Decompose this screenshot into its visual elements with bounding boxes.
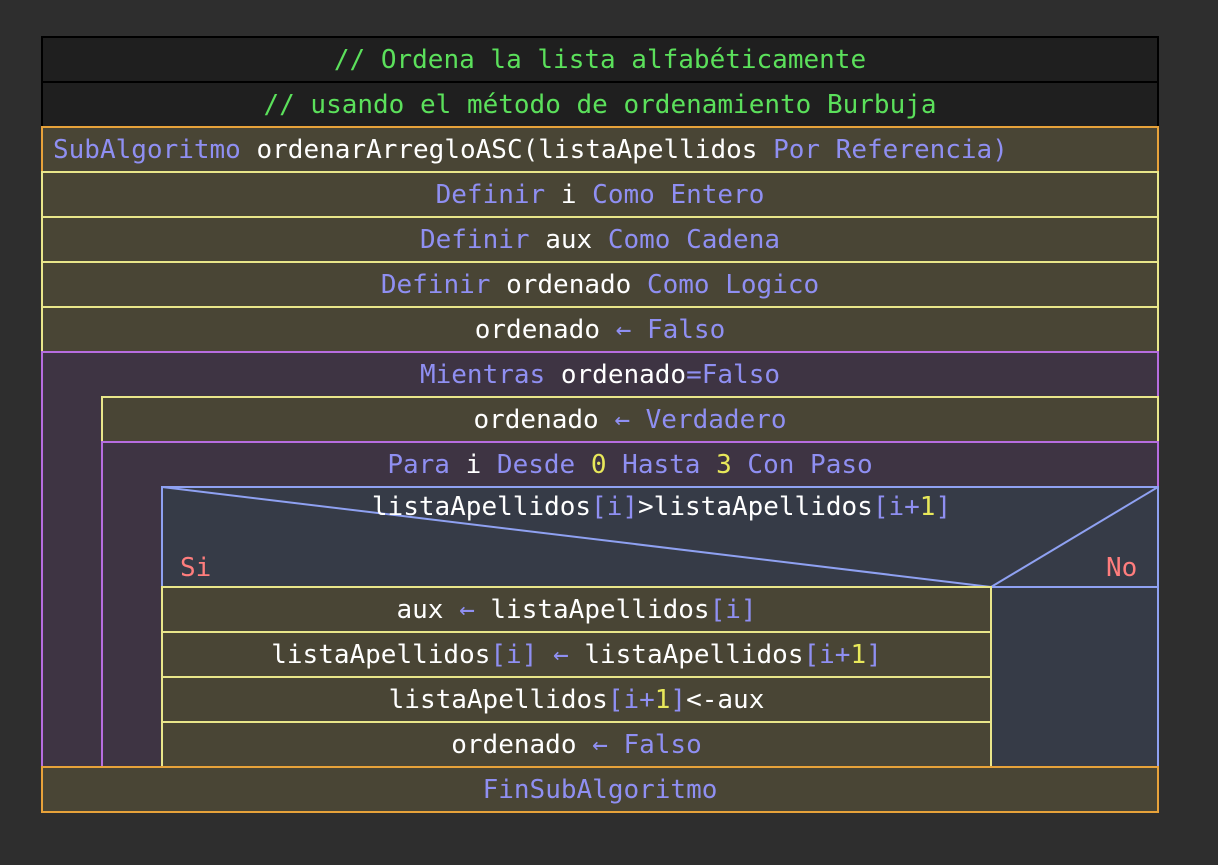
array-name: listaApellidos: [271, 639, 491, 670]
plus-operator: +: [834, 639, 851, 670]
array-name: listaApellidos: [388, 684, 608, 715]
number-one: 1: [850, 639, 867, 670]
index-var: i: [623, 684, 640, 715]
bracket: [: [872, 492, 889, 522]
number-one: 1: [919, 492, 936, 522]
bracket: [: [591, 492, 607, 522]
index-var: i: [819, 639, 835, 670]
index-var: i: [888, 492, 905, 522]
index-var: i: [506, 639, 522, 670]
array-name: listaApellidos: [371, 492, 592, 522]
greater-operator: >: [638, 492, 654, 522]
swap-statement-1: aux ← listaApellidos[i]: [161, 586, 992, 633]
bracket: [: [607, 684, 624, 715]
bracket: ]: [622, 492, 639, 522]
number-one: 1: [654, 684, 671, 715]
assign-operator: <-: [686, 684, 718, 715]
end-subalgorithm: FinSubAlgoritmo: [41, 766, 1159, 813]
array-name: listaApellidos: [584, 639, 804, 670]
bracket: ]: [670, 684, 687, 715]
yes-branch-label: Si: [180, 553, 212, 583]
assign-arrow: ←: [553, 639, 569, 670]
plus-operator: +: [904, 492, 920, 522]
bracket: [: [490, 639, 507, 670]
bracket: ]: [740, 594, 757, 625]
assign-arrow: ←: [592, 729, 608, 760]
index-var: i: [725, 594, 741, 625]
set-ordenado-false-statement: ordenado ← Falso: [161, 721, 992, 768]
array-name: listaApellidos: [653, 492, 873, 522]
bracket: ]: [521, 639, 538, 670]
if-condition: listaApellidos[i] > listaApellidos[i +1]: [161, 494, 1162, 520]
bracket: [: [803, 639, 820, 670]
bracket: [: [709, 594, 726, 625]
no-branch-label: No: [1106, 553, 1138, 583]
swap-statement-3: listaApellidos[i +1] <- aux: [161, 676, 992, 723]
end-subalgorithm-keyword: FinSubAlgoritmo: [482, 774, 718, 805]
swap-statement-2: listaApellidos[i] ← listaApellidos[i +1]: [161, 631, 992, 678]
variable-name: aux: [717, 684, 765, 715]
array-name: listaApellidos: [490, 594, 710, 625]
false-literal: Falso: [623, 729, 702, 760]
bracket: ]: [935, 492, 952, 522]
variable-name: ordenado: [451, 729, 577, 760]
bracket: ]: [866, 639, 882, 670]
variable-name: aux: [396, 594, 444, 625]
assign-arrow: ←: [459, 594, 475, 625]
plus-operator: +: [639, 684, 655, 715]
index-var: i: [606, 492, 623, 522]
